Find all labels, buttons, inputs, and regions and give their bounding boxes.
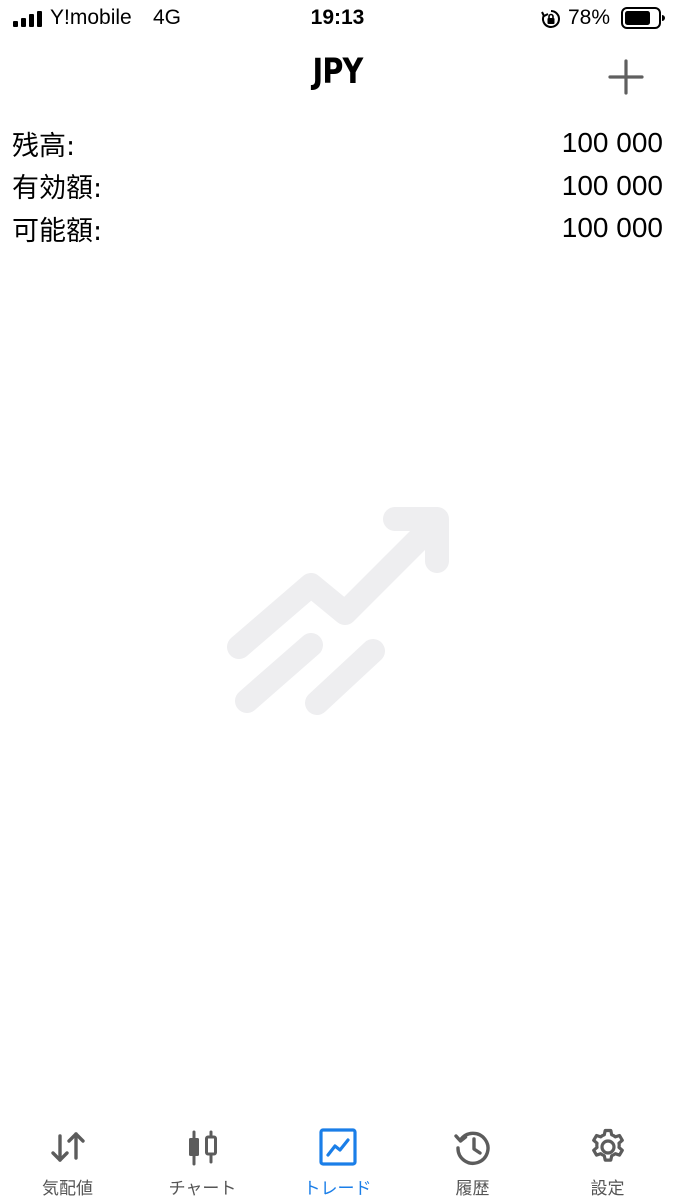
trending-up-icon bbox=[227, 507, 449, 715]
equity-value: 100 000 bbox=[561, 169, 663, 201]
tab-label-quotes: 気配値 bbox=[42, 1179, 93, 1199]
trade-screen: Y!mobile 4G 19:13 78% JPY 残高: 100 000 有効… bbox=[0, 0, 675, 1200]
candlestick-icon bbox=[188, 1130, 217, 1166]
tab-label-settings: 設定 bbox=[590, 1179, 625, 1199]
battery-percent: 78% bbox=[568, 6, 611, 29]
tab-settings[interactable]: 設定 bbox=[540, 1104, 675, 1200]
tab-label-history: 履歴 bbox=[455, 1179, 490, 1199]
tab-label-chart: チャート bbox=[168, 1179, 237, 1199]
page-title: JPY bbox=[312, 52, 363, 92]
history-icon bbox=[453, 1131, 490, 1165]
trade-chart-icon bbox=[318, 1128, 357, 1166]
tab-quotes[interactable]: 気配値 bbox=[0, 1104, 135, 1200]
status-bar: Y!mobile 4G 19:13 78% bbox=[0, 0, 675, 40]
gear-icon bbox=[591, 1128, 624, 1162]
tab-label-trade: トレード bbox=[303, 1179, 372, 1199]
tab-trade[interactable]: トレード bbox=[270, 1104, 405, 1200]
balance-label: 残高: bbox=[12, 130, 76, 162]
tab-bar: 気配値 チャート トレード 履歴 設定 bbox=[0, 1104, 675, 1200]
account-summary: 残高: 100 000 有効額: 100 000 可能額: 100 000 bbox=[12, 122, 663, 250]
free-margin-row: 可能額: 100 000 bbox=[12, 207, 663, 250]
tab-chart[interactable]: チャート bbox=[135, 1104, 270, 1200]
equity-label: 有効額: bbox=[12, 173, 103, 205]
rotation-lock-icon bbox=[541, 10, 560, 28]
battery-icon bbox=[621, 7, 665, 29]
plus-icon[interactable] bbox=[604, 55, 648, 99]
balance-row: 残高: 100 000 bbox=[12, 122, 663, 165]
balance-value: 100 000 bbox=[561, 127, 663, 159]
free-margin-value: 100 000 bbox=[561, 212, 663, 244]
free-margin-label: 可能額: bbox=[12, 215, 103, 247]
quotes-arrows-icon bbox=[50, 1132, 85, 1162]
equity-row: 有効額: 100 000 bbox=[12, 165, 663, 208]
tab-history[interactable]: 履歴 bbox=[405, 1104, 540, 1200]
